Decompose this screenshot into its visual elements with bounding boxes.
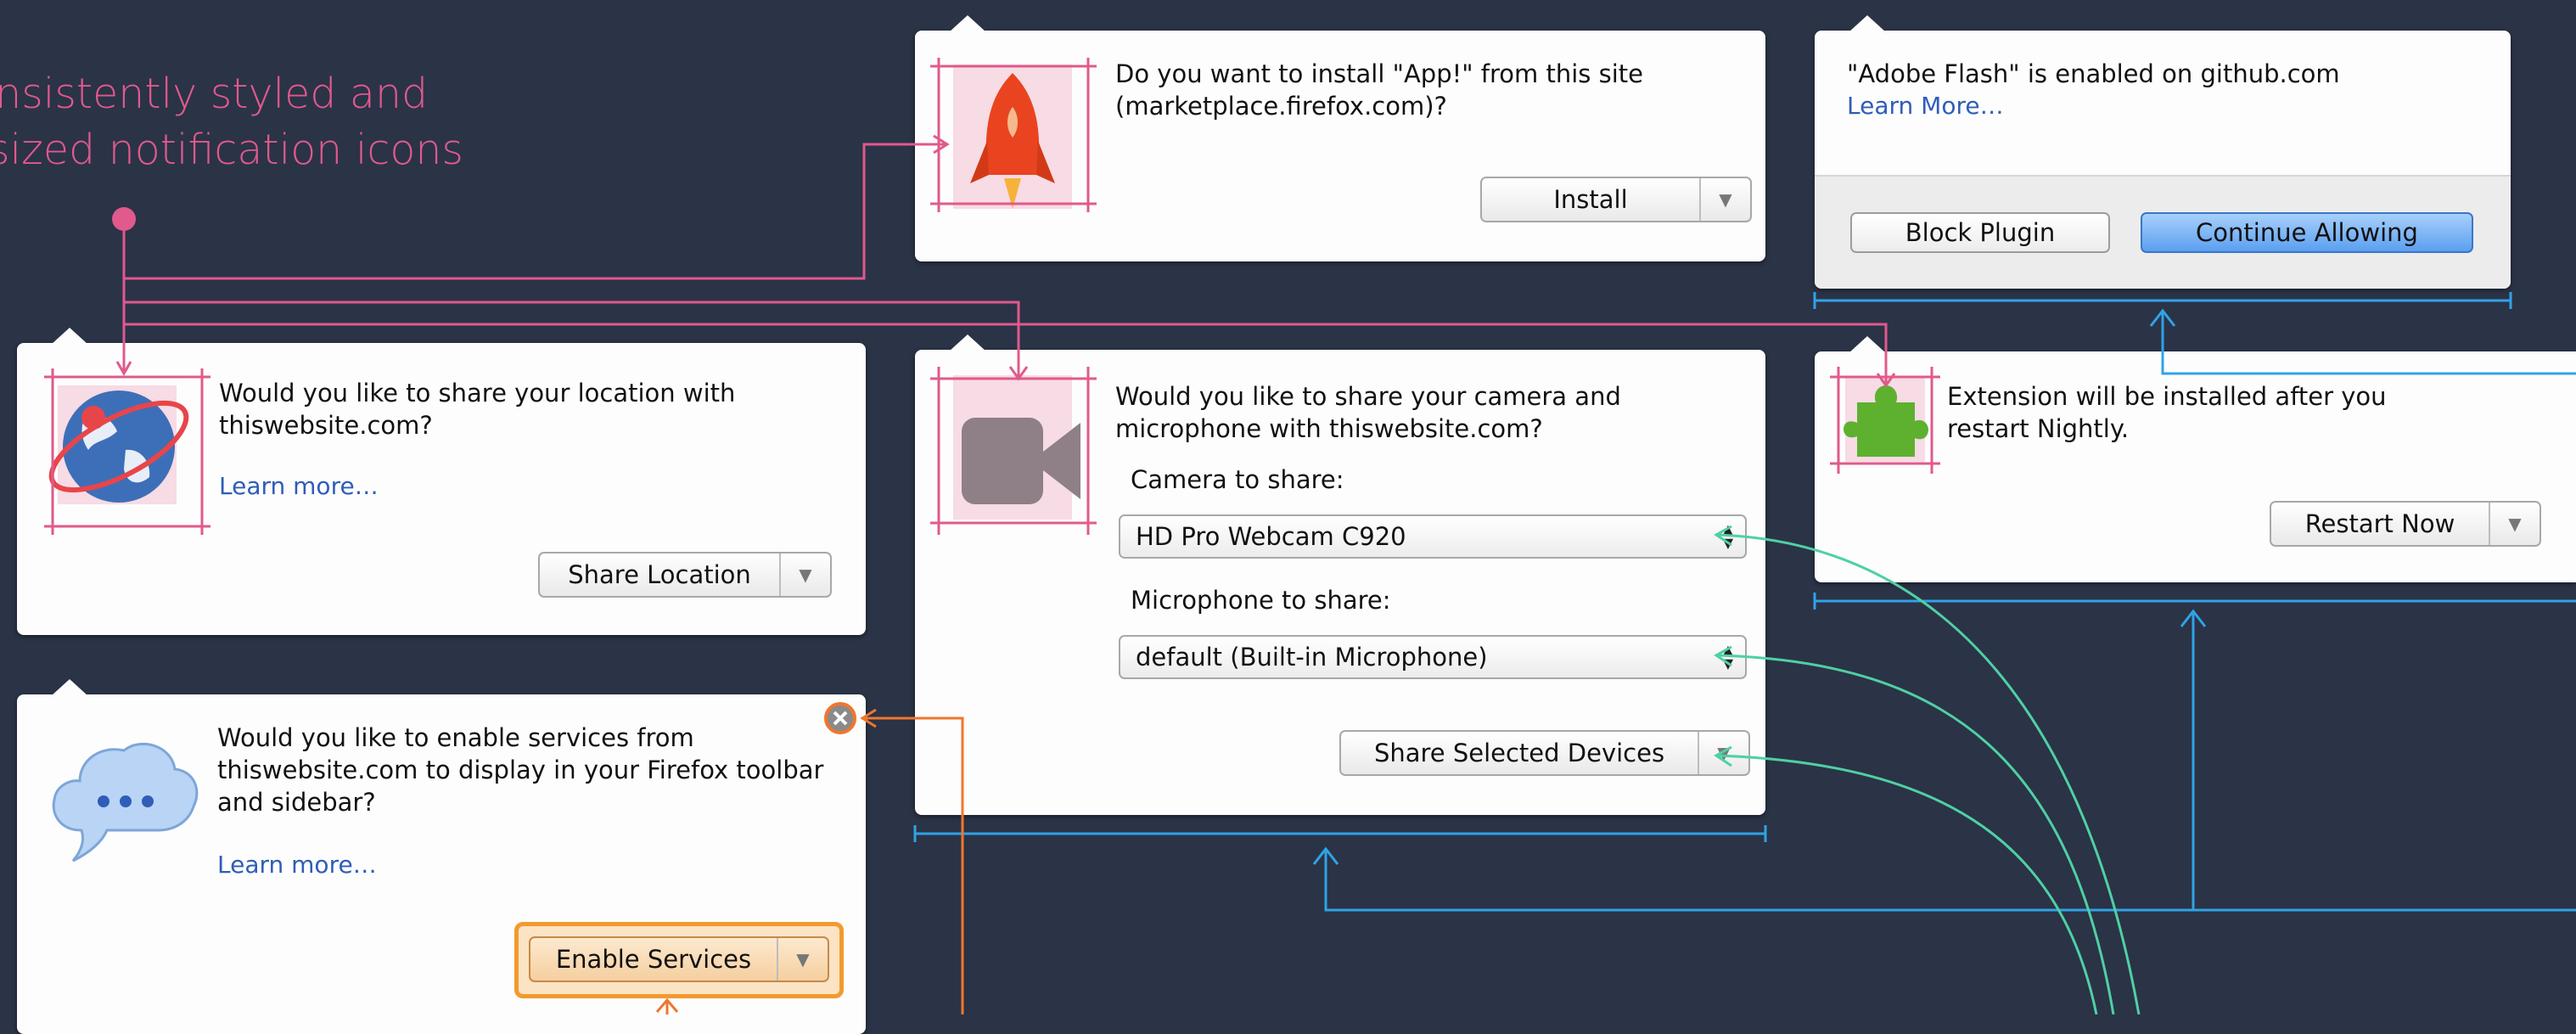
block-plugin-button[interactable]: Block Plugin	[1850, 212, 2110, 253]
flash-notification-panel: "Adobe Flash" is enabled on github.com L…	[1815, 15, 2511, 289]
install-button-label[interactable]: Install	[1482, 178, 1701, 221]
annotation-line-1: Consistently styled and	[0, 70, 429, 118]
extension-notification-panel: Extension will be installed after you re…	[1815, 336, 2576, 582]
enable-services-highlight: Enable Services ▼	[514, 922, 844, 998]
services-notification-panel: Would you like to enable services from t…	[17, 679, 866, 1034]
rocket-icon	[936, 56, 1089, 226]
video-camera-icon	[936, 367, 1089, 537]
extension-message: Extension will be installed after you re…	[1947, 382, 2387, 443]
chevron-down-icon[interactable]: ▼	[1701, 178, 1750, 221]
continue-allowing-button[interactable]: Continue Allowing	[2141, 212, 2473, 253]
updown-arrows-icon: ▲ ▼	[1722, 521, 1733, 551]
puzzle-piece-icon	[1838, 368, 1932, 470]
updown-arrows-icon: ▲ ▼	[1722, 642, 1733, 672]
camera-label: Camera to share:	[1131, 465, 1344, 494]
close-icon[interactable]	[823, 701, 857, 735]
chevron-down-icon[interactable]: ▼	[778, 938, 828, 981]
microphone-select-value: default (Built-in Microphone)	[1136, 643, 1488, 672]
camera-select[interactable]: HD Pro Webcam C920 ▲ ▼	[1119, 514, 1747, 559]
camera-notification-panel: Would you like to share your camera and …	[915, 334, 1765, 815]
chevron-down-icon[interactable]: ▼	[1699, 732, 1748, 774]
annotation-text: Consistently styled and sized notificati…	[0, 66, 463, 178]
location-message: Would you like to share your location wi…	[219, 379, 736, 440]
share-devices-button[interactable]: Share Selected Devices ▼	[1339, 730, 1750, 776]
share-devices-button-label[interactable]: Share Selected Devices	[1341, 732, 1699, 774]
restart-now-button-label[interactable]: Restart Now	[2271, 503, 2490, 545]
flash-message: "Adobe Flash" is enabled on github.com	[1847, 59, 2340, 88]
chevron-down-icon[interactable]: ▼	[2490, 503, 2540, 545]
enable-services-button[interactable]: Enable Services ▼	[529, 936, 829, 982]
camera-message: Would you like to share your camera and …	[1115, 382, 1621, 443]
services-learn-more-link[interactable]: Learn more…	[217, 851, 377, 879]
services-message: Would you like to enable services from t…	[217, 723, 824, 817]
flash-learn-more-link[interactable]: Learn More…	[1847, 92, 2004, 120]
annotation-line-2: sized notification icons	[0, 126, 463, 174]
chevron-down-icon[interactable]: ▼	[781, 554, 830, 596]
annotation-dot	[112, 207, 136, 231]
camera-select-value: HD Pro Webcam C920	[1136, 522, 1406, 551]
install-button[interactable]: Install ▼	[1480, 177, 1752, 222]
install-message: Do you want to install "App!" from this …	[1115, 59, 1643, 121]
share-location-button[interactable]: Share Location ▼	[538, 552, 832, 598]
location-notification-panel: Would you like to share your location wi…	[17, 328, 866, 635]
install-notification-panel: Do you want to install "App!" from this …	[915, 15, 1765, 261]
microphone-label: Microphone to share:	[1131, 586, 1391, 615]
globe-icon	[41, 368, 194, 521]
enable-services-button-label[interactable]: Enable Services	[530, 938, 778, 981]
location-learn-more-link[interactable]: Learn more…	[219, 472, 379, 500]
share-location-button-label[interactable]: Share Location	[540, 554, 781, 596]
microphone-select[interactable]: default (Built-in Microphone) ▲ ▼	[1119, 635, 1747, 679]
chat-bubble-icon	[48, 728, 200, 873]
restart-now-button[interactable]: Restart Now ▼	[2270, 501, 2541, 547]
